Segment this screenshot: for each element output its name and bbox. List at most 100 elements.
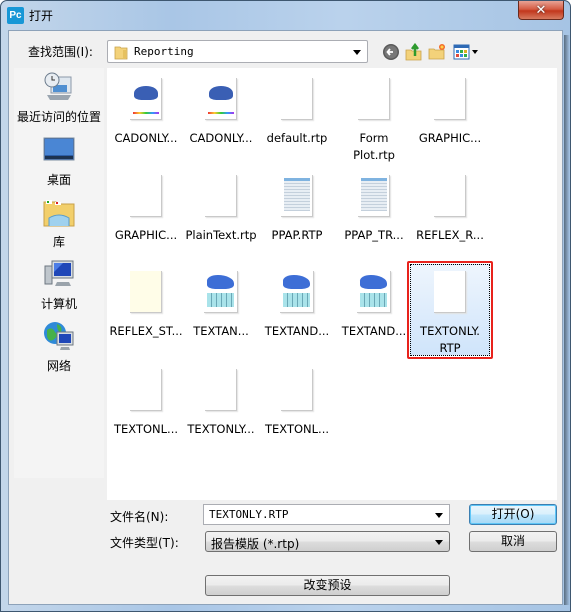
place-label: 库: [52, 235, 65, 249]
network-icon: [44, 322, 74, 350]
file-name: TEXTONLY...: [187, 422, 255, 436]
file-thumbnail-icon: [130, 271, 162, 313]
file-thumbnail-icon: [205, 78, 237, 120]
filetype-dropdown[interactable]: 报告模版 (*.rtp): [205, 531, 450, 552]
place-libraries[interactable]: 库: [14, 196, 104, 250]
file-name: TEXTAND...: [341, 324, 407, 338]
color-scale: [208, 112, 234, 114]
file-item[interactable]: TEXTONL...: [107, 369, 185, 438]
file-item[interactable]: TEXTAND...: [335, 271, 413, 340]
window-title: 打开: [29, 9, 54, 23]
file-item[interactable]: REFLEX_R...: [411, 175, 489, 244]
file-name: PlainText.rtp: [185, 228, 257, 242]
cancel-button[interactable]: 取消: [469, 531, 557, 552]
file-name: TEXTONLY. RTP: [420, 324, 480, 355]
file-item[interactable]: GRAPHIC...: [411, 78, 489, 147]
file-name: REFLEX_R...: [416, 228, 484, 242]
file-name: TEXTAN...: [193, 324, 249, 338]
file-thumbnail-icon: [358, 175, 390, 217]
color-scale: [133, 112, 159, 114]
table-rows: [360, 293, 387, 307]
file-name: PPAP.RTP: [271, 228, 323, 242]
chevron-down-icon: [353, 50, 361, 55]
lookin-dropdown[interactable]: Reporting: [107, 40, 368, 63]
change-preset-button[interactable]: 改变预设: [205, 575, 450, 596]
lookin-value: Reporting: [134, 45, 194, 58]
recent-places-icon: [44, 72, 72, 100]
cad-shape: [209, 86, 233, 100]
back-icon[interactable]: [382, 43, 400, 61]
filename-input[interactable]: TEXTONLY.RTP: [203, 504, 450, 525]
file-item[interactable]: PPAP.RTP: [258, 175, 336, 244]
title-bar[interactable]: Pc 打开 ✕: [1, 1, 570, 31]
cad-shape: [283, 275, 310, 289]
up-folder-icon[interactable]: [405, 43, 423, 61]
place-label: 最近访问的位置: [16, 110, 101, 124]
folder-icon: [114, 46, 128, 60]
file-item[interactable]: TEXTAND...: [258, 271, 336, 340]
place-label: 网络: [46, 359, 71, 373]
dialog-body: 查找范围(I): Reporting 最近访问的位置 桌面 库 计算机 网络 C…: [8, 30, 563, 605]
file-item[interactable]: Form Plot.rtp: [335, 78, 413, 164]
file-name: TEXTONL...: [264, 422, 330, 436]
file-name: TEXTAND...: [264, 324, 330, 338]
table-rows: [361, 181, 387, 211]
open-dialog: Pc 打开 ✕ 查找范围(I): Reporting 最近访问的位置 桌面 库 …: [0, 0, 571, 612]
view-menu-icon[interactable]: [453, 43, 481, 61]
place-desktop[interactable]: 桌面: [14, 134, 104, 188]
file-thumbnail-icon: [280, 271, 314, 313]
libraries-icon: [43, 200, 75, 227]
file-item[interactable]: TEXTONL...: [258, 369, 336, 438]
place-computer[interactable]: 计算机: [14, 258, 104, 312]
file-name: CADONLY...: [189, 131, 253, 145]
filename-label: 文件名(N):: [110, 510, 169, 524]
chevron-down-icon: [435, 540, 443, 545]
chevron-down-icon[interactable]: [435, 513, 443, 518]
file-name: Form Plot.rtp: [353, 131, 395, 162]
file-name: default.rtp: [266, 131, 328, 145]
filename-value: TEXTONLY.RTP: [209, 508, 289, 521]
file-item[interactable]: TEXTONLY. RTP: [407, 261, 493, 359]
file-item[interactable]: PlainText.rtp: [182, 175, 260, 244]
file-item[interactable]: CADONLY...: [182, 78, 260, 147]
file-thumbnail-icon: [434, 78, 466, 120]
file-name: PPAP_TR...: [344, 228, 404, 242]
file-item[interactable]: TEXTONLY...: [182, 369, 260, 438]
file-item[interactable]: REFLEX_ST...: [107, 271, 185, 340]
file-thumbnail-icon: [281, 175, 313, 217]
file-thumbnail-icon: [130, 369, 162, 411]
file-thumbnail-icon: [434, 271, 466, 313]
table-rows: [207, 293, 234, 307]
open-button[interactable]: 打开(O): [469, 504, 557, 525]
app-icon: Pc: [7, 7, 24, 24]
cad-shape: [207, 275, 234, 289]
table-rows: [284, 181, 310, 211]
filetype-label: 文件类型(T):: [110, 536, 179, 550]
desktop-icon: [43, 137, 75, 161]
new-folder-icon[interactable]: [428, 43, 446, 61]
computer-icon: [44, 260, 74, 286]
file-thumbnail-icon: [281, 369, 313, 411]
file-list[interactable]: CADONLY... CADONLY... default.rtp Form Plot…: [107, 68, 557, 500]
place-label: 计算机: [40, 297, 77, 311]
file-thumbnail-icon: [281, 78, 313, 120]
place-recent[interactable]: 最近访问的位置: [14, 71, 104, 125]
cad-shape: [360, 275, 387, 289]
close-button[interactable]: ✕: [518, 1, 564, 20]
file-item[interactable]: default.rtp: [258, 78, 336, 147]
file-item[interactable]: TEXTAN...: [182, 271, 260, 340]
close-icon: ✕: [535, 2, 547, 18]
file-thumbnail-icon: [358, 78, 390, 120]
file-thumbnail-icon: [130, 175, 162, 217]
lookin-label: 查找范围(I):: [28, 45, 93, 59]
places-bar: 最近访问的位置 桌面 库 计算机 网络: [14, 68, 104, 478]
file-item[interactable]: PPAP_TR...: [335, 175, 413, 244]
file-thumbnail-icon: [357, 271, 391, 313]
file-thumbnail-icon: [434, 175, 466, 217]
file-item[interactable]: GRAPHIC...: [107, 175, 185, 244]
file-name: CADONLY...: [114, 131, 178, 145]
file-thumbnail-icon: [130, 78, 162, 120]
file-name: TEXTONL...: [113, 422, 179, 436]
file-item[interactable]: CADONLY...: [107, 78, 185, 147]
place-network[interactable]: 网络: [14, 320, 104, 374]
